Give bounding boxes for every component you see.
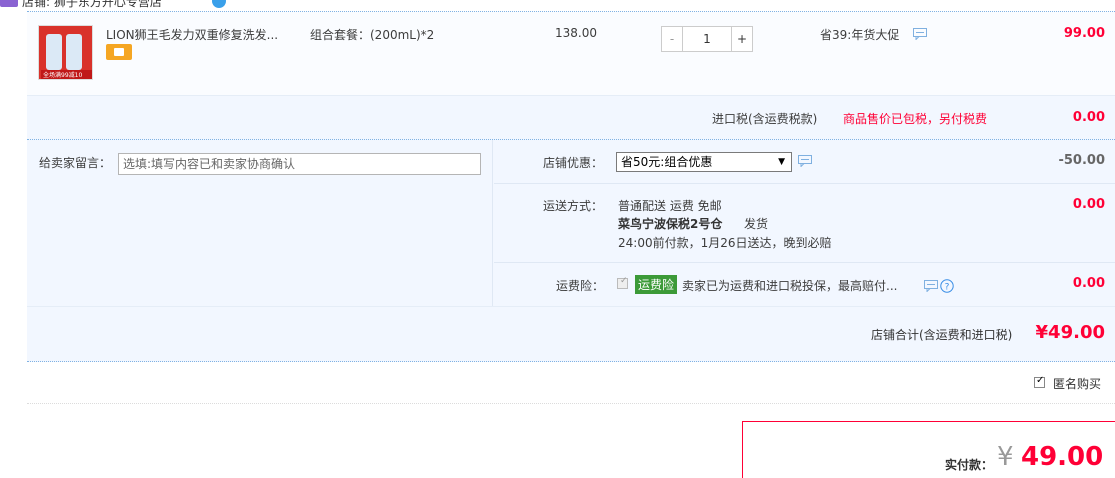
shop-discount-value: -50.00 xyxy=(1058,153,1105,168)
item-subtotal: 99.00 xyxy=(1063,26,1105,41)
shipping-dispatch: 发货 xyxy=(744,217,769,231)
shipping-method: 普通配送 运费 免邮 xyxy=(618,199,722,213)
shop-discount-selected: 省50元:组合优惠 xyxy=(621,155,713,169)
product-card-icon xyxy=(106,44,132,60)
insurance-label: 运费险： xyxy=(556,279,605,293)
unit-price: 138.00 xyxy=(555,26,597,40)
shop-discount-label: 店铺优惠： xyxy=(543,156,604,170)
shop-chat-icon[interactable] xyxy=(212,0,226,8)
item-discount: 省39:年货大促 xyxy=(820,28,900,42)
insurance-desc: 卖家已为运费和进口税投保，最高赔付... xyxy=(682,279,898,293)
payment-total: 49.00 xyxy=(1021,442,1104,472)
shop-discount-row: 店铺优惠： 省50元:组合优惠 ▼ -50.00 xyxy=(494,140,1115,184)
insurance-row: 运费险： ✓ 运费险 卖家已为运费和进口税投保，最高赔付... ? 0.00 xyxy=(494,263,1115,307)
anonymous-row: ✓ 匿名购买 xyxy=(27,362,1115,404)
shipping-label: 运送方式： xyxy=(543,199,604,213)
shipping-value: 0.00 xyxy=(1072,197,1105,212)
shipping-eta: 24:00前付款，1月26日送达，晚到必赔 xyxy=(618,236,832,250)
import-tax-note: 商品售价已包税，另付税费 xyxy=(843,112,988,126)
product-sku: 组合套餐：(200mL)*2 xyxy=(310,28,435,42)
shop-title[interactable]: 店铺: 狮子东方开心专营店 xyxy=(22,0,162,8)
thumb-promo-text: 全场满99减10 xyxy=(43,72,83,79)
quantity-stepper: - 1 + xyxy=(661,26,753,52)
shop-total-value: ¥49.00 xyxy=(1035,322,1105,343)
product-thumbnail[interactable]: 全场满99减10 xyxy=(38,25,93,80)
payment-box: 实付款： ¥ 49.00 xyxy=(742,421,1115,478)
discount-chat-icon[interactable] xyxy=(798,155,812,170)
payment-currency: ¥ xyxy=(997,442,1014,472)
help-icon[interactable]: ? xyxy=(940,279,954,296)
import-tax-row: 进口税(含运费税款) 商品售价已包税，另付税费 0.00 xyxy=(27,95,1115,139)
product-name-link[interactable]: LION狮王毛发力双重修复洗发... xyxy=(106,26,278,43)
qty-input[interactable]: 1 xyxy=(683,26,731,52)
anonymous-label: 匿名购买 xyxy=(1053,377,1102,391)
shipping-warehouse: 菜鸟宁波保税2号仓 xyxy=(618,217,723,231)
shop-header: 店铺: 狮子东方开心专营店 xyxy=(0,0,240,8)
shipping-row: 运送方式： 普通配送 运费 免邮 菜鸟宁波保税2号仓 发货 24:00前付款，1… xyxy=(494,184,1115,263)
payment-label: 实付款： xyxy=(945,458,994,472)
insurance-value: 0.00 xyxy=(1072,276,1105,291)
import-tax-value: 0.00 xyxy=(1072,110,1105,125)
order-options-block: 给卖家留言： 选填:填写内容已和卖家协商确认 店铺优惠： 省50元:组合优惠 ▼… xyxy=(27,139,1115,307)
shop-total-label: 店铺合计(含运费和进口税) xyxy=(871,328,1013,342)
insurance-checkbox[interactable]: ✓ xyxy=(617,276,628,289)
import-tax-label: 进口税(含运费税款) xyxy=(712,112,818,126)
svg-text:?: ? xyxy=(945,283,950,293)
discount-info-icon[interactable] xyxy=(913,28,927,43)
qty-minus-button[interactable]: - xyxy=(661,26,683,52)
product-row: 全场满99减10 LION狮王毛发力双重修复洗发... 组合套餐：(200mL)… xyxy=(27,11,1115,95)
qty-plus-button[interactable]: + xyxy=(731,26,753,52)
anonymous-checkbox[interactable]: ✓ xyxy=(1034,375,1045,388)
shop-total-row: 店铺合计(含运费和进口税) ¥49.00 xyxy=(27,306,1115,362)
message-section: 给卖家留言： 选填:填写内容已和卖家协商确认 xyxy=(27,140,493,307)
seller-message-input[interactable]: 选填:填写内容已和卖家协商确认 xyxy=(118,153,481,175)
shop-discount-select[interactable]: 省50元:组合优惠 ▼ xyxy=(616,152,792,172)
message-label: 给卖家留言： xyxy=(39,156,112,170)
insurance-tag: 运费险 xyxy=(635,275,678,294)
shop-badge-icon xyxy=(0,0,18,7)
insurance-chat-icon[interactable] xyxy=(924,280,938,295)
chevron-down-icon: ▼ xyxy=(778,157,785,167)
